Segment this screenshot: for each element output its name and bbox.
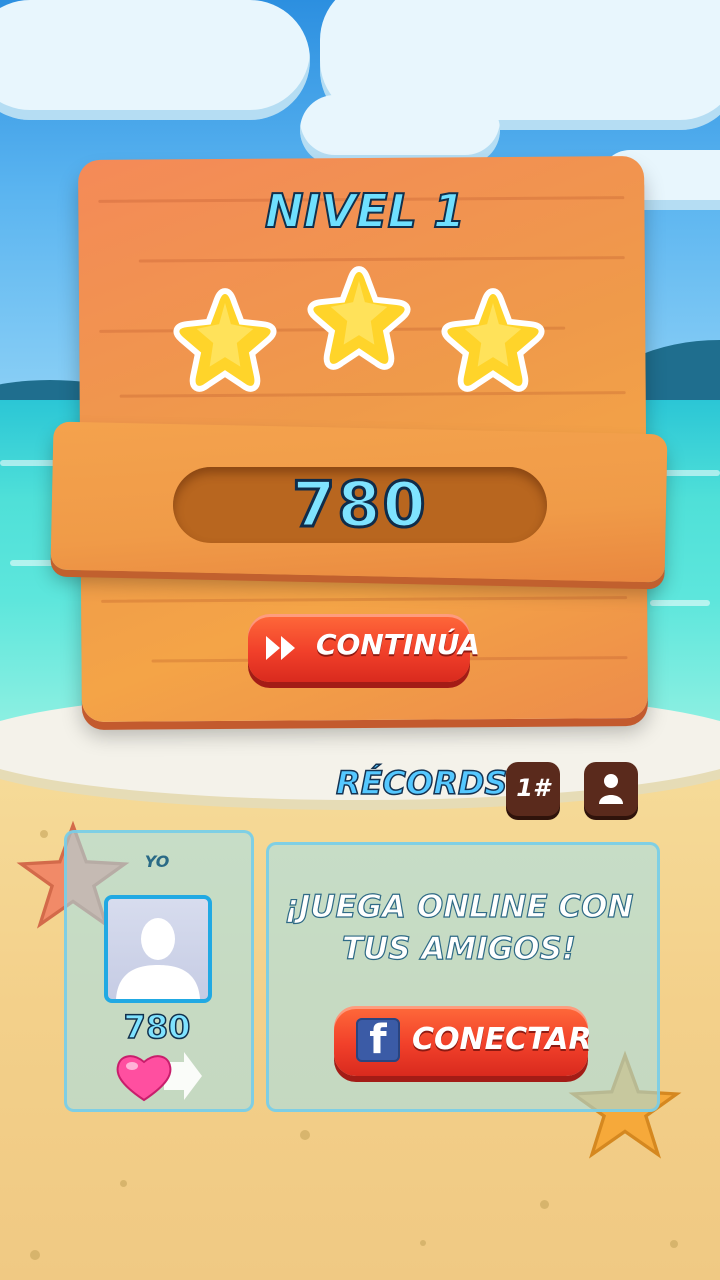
star-icon bbox=[307, 266, 411, 370]
sand-dot bbox=[30, 1250, 40, 1260]
sand-dot bbox=[670, 1240, 678, 1248]
wood-grain bbox=[101, 596, 628, 603]
online-invite-line1: ¡JUEGA ONLINE CON bbox=[284, 888, 634, 925]
records-label: RÉCORDS: bbox=[335, 763, 521, 803]
sand-dot bbox=[300, 1130, 310, 1140]
star-icon bbox=[173, 288, 277, 392]
player-score: 780 bbox=[123, 1007, 191, 1047]
cloud bbox=[300, 95, 500, 165]
rank-button-label: 1# bbox=[516, 774, 550, 802]
cloud bbox=[0, 0, 310, 120]
heart-arrow-icon bbox=[116, 1052, 202, 1102]
sand-dot bbox=[540, 1200, 549, 1209]
sand-dot bbox=[420, 1240, 426, 1246]
sand-dot bbox=[120, 1180, 127, 1187]
star-icon bbox=[441, 288, 545, 392]
player-name: YO bbox=[144, 852, 170, 871]
facebook-icon-letter: f bbox=[369, 1017, 387, 1063]
online-invite-line2: TUS AMIGOS! bbox=[341, 930, 577, 967]
continue-button[interactable]: CONTINÚA bbox=[248, 614, 480, 682]
rank-button[interactable]: 1# bbox=[506, 762, 560, 816]
avatar-silhouette-icon bbox=[116, 918, 200, 999]
connect-button-label: CONECTAR bbox=[412, 1022, 592, 1057]
wave-line bbox=[650, 600, 710, 606]
person-icon bbox=[599, 774, 623, 804]
level-title: NIVEL 1 bbox=[264, 183, 466, 239]
online-invite-text: ¡JUEGA ONLINE CON TUS AMIGOS! bbox=[268, 886, 650, 970]
fast-forward-icon bbox=[266, 636, 295, 660]
friends-ranking-button[interactable] bbox=[584, 762, 638, 816]
score-value: 780 bbox=[291, 467, 428, 543]
avatar bbox=[104, 895, 212, 1003]
continue-button-label: CONTINÚA bbox=[316, 628, 480, 661]
